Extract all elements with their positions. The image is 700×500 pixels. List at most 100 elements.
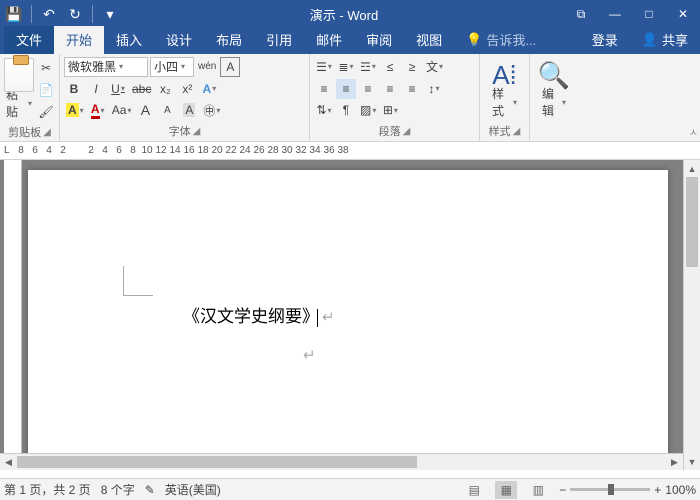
vertical-ruler[interactable] bbox=[4, 160, 22, 470]
tab-file[interactable]: 文件 bbox=[4, 26, 54, 54]
clipboard-launcher[interactable]: ◢ bbox=[43, 127, 51, 138]
bold-button[interactable]: B bbox=[64, 79, 84, 99]
read-mode-button[interactable]: ▤ bbox=[463, 481, 485, 499]
paragraph-mark-icon: ↵ bbox=[303, 346, 316, 364]
tab-review[interactable]: 审阅 bbox=[354, 26, 404, 54]
scroll-right-button[interactable]: ▶ bbox=[666, 454, 683, 470]
decrease-indent-button[interactable]: ≤ bbox=[380, 57, 400, 77]
asian-layout-button[interactable]: 文 bbox=[424, 57, 445, 77]
page-number-status[interactable]: 第 1 页，共 2 页 bbox=[4, 481, 91, 498]
scroll-left-button[interactable]: ◀ bbox=[0, 454, 17, 470]
group-paragraph: ☰ ≣ ☲ ≤ ≥ 文 ≡ ≡ ≡ ≡ ≡ ↕ ⇅ ¶ ▨ ⊞ 段落◢ bbox=[310, 54, 480, 141]
subscript-button[interactable]: x₂ bbox=[155, 79, 175, 99]
multilevel-button[interactable]: ☲ bbox=[358, 57, 378, 77]
align-left-button[interactable]: ≡ bbox=[314, 79, 334, 99]
numbering-button[interactable]: ≣ bbox=[336, 57, 356, 77]
scroll-thumb-h[interactable] bbox=[17, 456, 417, 468]
underline-button[interactable]: U bbox=[108, 79, 128, 99]
superscript-button[interactable]: x² bbox=[177, 79, 197, 99]
group-label-clipboard: 剪贴板 bbox=[8, 124, 41, 140]
shading-button[interactable]: ▨ bbox=[358, 100, 378, 120]
font-name-combo[interactable]: 微软雅黑▾ bbox=[64, 57, 148, 77]
zoom-in-button[interactable]: + bbox=[654, 483, 661, 497]
zoom-level[interactable]: 100% bbox=[665, 483, 696, 497]
vertical-scrollbar[interactable]: ▲ ▼ bbox=[683, 160, 700, 470]
tab-layout[interactable]: 布局 bbox=[204, 26, 254, 54]
group-label-paragraph: 段落 bbox=[379, 123, 401, 139]
justify-button[interactable]: ≡ bbox=[380, 79, 400, 99]
paragraph-launcher[interactable]: ◢ bbox=[403, 126, 411, 137]
editing-button[interactable]: 编辑 bbox=[540, 92, 568, 112]
tab-mailings[interactable]: 邮件 bbox=[304, 26, 354, 54]
zoom-slider[interactable] bbox=[570, 488, 650, 491]
zoom-out-button[interactable]: − bbox=[559, 483, 566, 497]
tab-references[interactable]: 引用 bbox=[254, 26, 304, 54]
ribbon: 粘贴 ✂ 📄 🖌 剪贴板◢ 微软雅黑▾ 小四▾ wén A B I U abc … bbox=[0, 54, 700, 142]
paragraph-mark-icon: ↵ bbox=[322, 309, 335, 326]
show-marks-button[interactable]: ¶ bbox=[336, 100, 356, 120]
align-center-button[interactable]: ≡ bbox=[336, 79, 356, 99]
align-right-button[interactable]: ≡ bbox=[358, 79, 378, 99]
styles-launcher[interactable]: ◢ bbox=[513, 126, 521, 137]
paste-button[interactable]: 粘贴 bbox=[4, 93, 34, 113]
group-clipboard: 粘贴 ✂ 📄 🖌 剪贴板◢ bbox=[0, 54, 60, 141]
save-button[interactable]: 💾 bbox=[2, 2, 26, 26]
close-button[interactable]: ✕ bbox=[666, 0, 700, 28]
word-count-status[interactable]: 8 个字 bbox=[101, 481, 135, 498]
group-label-font: 字体 bbox=[169, 123, 191, 139]
print-layout-button[interactable]: ▦ bbox=[495, 481, 517, 499]
web-layout-button[interactable]: ▥ bbox=[527, 481, 549, 499]
strikethrough-button[interactable]: abc bbox=[130, 79, 153, 99]
tab-view[interactable]: 视图 bbox=[404, 26, 454, 54]
share-button[interactable]: 👤共享 bbox=[630, 26, 700, 54]
cut-button[interactable]: ✂ bbox=[36, 58, 56, 78]
collapse-ribbon-button[interactable]: ㅅ bbox=[689, 124, 698, 139]
group-font: 微软雅黑▾ 小四▾ wén A B I U abc x₂ x² A A A Aa… bbox=[60, 54, 310, 141]
format-painter-button[interactable]: 🖌 bbox=[36, 102, 56, 122]
window-title: 演示 - Word bbox=[124, 5, 564, 24]
tab-home[interactable]: 开始 bbox=[54, 26, 104, 54]
ribbon-options-button[interactable]: ⧉ bbox=[564, 0, 598, 28]
bullets-button[interactable]: ☰ bbox=[314, 57, 334, 77]
minimize-button[interactable]: — bbox=[598, 0, 632, 28]
phonetic-guide-button[interactable]: wén bbox=[196, 57, 218, 77]
qat-more-button[interactable]: ▾ bbox=[98, 2, 122, 26]
grow-font-button[interactable]: A bbox=[135, 100, 155, 120]
tab-design[interactable]: 设计 bbox=[154, 26, 204, 54]
italic-button[interactable]: I bbox=[86, 79, 106, 99]
char-border-button[interactable]: A bbox=[220, 57, 240, 77]
tell-me[interactable]: 💡告诉我... bbox=[454, 26, 548, 54]
tab-insert[interactable]: 插入 bbox=[104, 26, 154, 54]
highlight-button[interactable]: A bbox=[64, 100, 86, 120]
copy-button[interactable]: 📄 bbox=[36, 80, 56, 100]
font-color-button[interactable]: A bbox=[88, 100, 108, 120]
line-spacing-button[interactable]: ↕ bbox=[424, 79, 444, 99]
maximize-button[interactable]: □ bbox=[632, 0, 666, 28]
spellcheck-status[interactable]: ✎ bbox=[145, 483, 155, 497]
change-case-button[interactable]: Aa bbox=[110, 100, 134, 120]
increase-indent-button[interactable]: ≥ bbox=[402, 57, 422, 77]
distribute-button[interactable]: ≡ bbox=[402, 79, 422, 99]
shrink-font-button[interactable]: A bbox=[157, 100, 177, 120]
horizontal-ruler[interactable]: L 86 42 24 68 1012 1416 1820 2224 2628 3… bbox=[0, 142, 700, 160]
styles-button[interactable]: 样式 bbox=[490, 92, 519, 112]
horizontal-scrollbar[interactable]: ◀ ▶ bbox=[0, 453, 683, 470]
font-launcher[interactable]: ◢ bbox=[193, 126, 201, 137]
borders-button[interactable]: ⊞ bbox=[380, 100, 400, 120]
undo-button[interactable]: ↶ bbox=[37, 2, 61, 26]
scroll-thumb-v[interactable] bbox=[686, 177, 698, 267]
char-shading-button[interactable]: A bbox=[179, 100, 199, 120]
font-size-combo[interactable]: 小四▾ bbox=[150, 57, 194, 77]
page[interactable]: 《汉文学史纲要》↵ ↵ bbox=[28, 170, 668, 470]
scroll-down-button[interactable]: ▼ bbox=[684, 453, 700, 470]
scroll-up-button[interactable]: ▲ bbox=[684, 160, 700, 177]
language-status[interactable]: 英语(美国) bbox=[165, 481, 221, 498]
title-bar: 💾 ↶ ↻ ▾ 演示 - Word ⧉ — □ ✕ bbox=[0, 0, 700, 28]
redo-button[interactable]: ↻ bbox=[63, 2, 87, 26]
sort-button[interactable]: ⇅ bbox=[314, 100, 334, 120]
group-label-styles: 样式 bbox=[489, 123, 511, 139]
text-effects-button[interactable]: A bbox=[199, 79, 219, 99]
login-button[interactable]: 登录 bbox=[580, 26, 630, 54]
document-text[interactable]: 《汉文学史纲要》↵ bbox=[183, 302, 335, 327]
enclose-char-button[interactable]: ㊥ bbox=[201, 100, 222, 120]
